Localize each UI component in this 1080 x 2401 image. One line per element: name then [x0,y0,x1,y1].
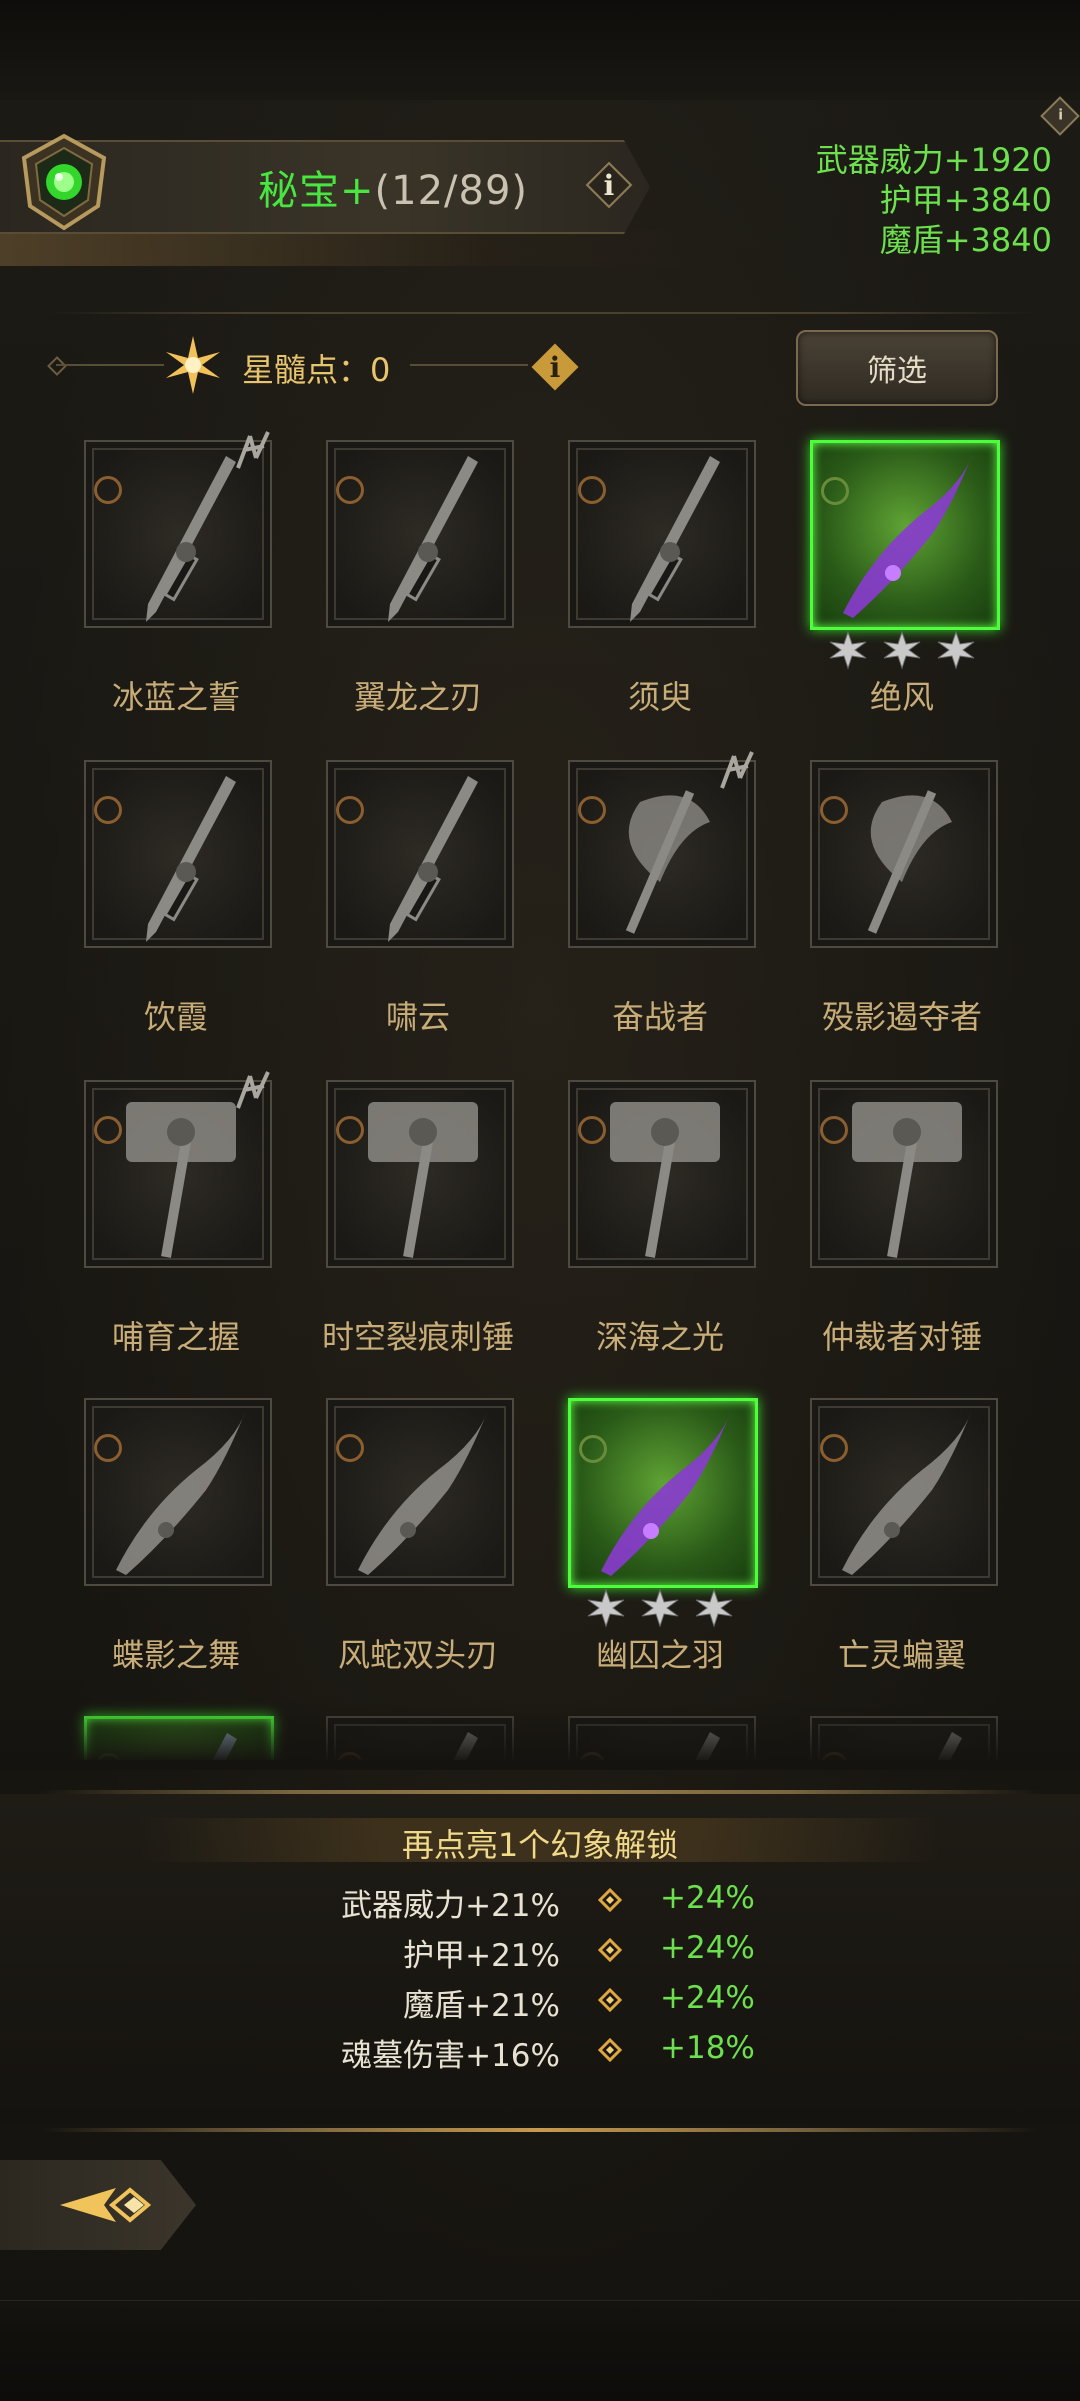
item-card[interactable] [568,1080,756,1268]
bonus-next: +18% [660,2030,755,2066]
twin-maces-icon [852,1102,962,1258]
broadsword-icon [630,456,720,622]
item-name: 深海之光 [595,1318,724,1356]
item-card[interactable] [568,1398,758,1588]
item-name: 冰蓝之誓 [111,678,240,716]
item-name: 幽囚之羽 [595,1636,724,1674]
rune-mark-icon [236,1071,270,1109]
item-grid: 冰蓝之誓 翼龙之刃 须臾 绝风 饮霞 啸云 奋战者 殁影遏夺者 哺育之握 时空裂… [0,0,1080,1760]
bonus-next: +24% [660,1930,755,1966]
empty-slot-ring-icon [820,1434,848,1462]
empty-slot-ring-icon [578,1116,606,1144]
item-card[interactable] [568,751,756,948]
item-card[interactable] [810,1080,998,1268]
empty-slot-ring-icon [820,796,848,824]
item-name: 绝风 [869,678,934,716]
silver-star-icon [641,1588,679,1628]
item-card[interactable] [810,760,998,948]
arrow-right-icon [597,1937,623,1963]
arrow-right-icon [597,1987,623,2013]
item-card[interactable] [326,440,514,628]
empty-slot-ring-icon [94,1434,122,1462]
bonus-current: 护甲+21% [403,1938,560,1974]
slot-ring-icon [821,477,849,505]
grid-scroll-fade [0,1700,1080,1770]
item-name: 饮霞 [143,998,208,1036]
item-card[interactable] [84,431,272,628]
empty-slot-ring-icon [94,796,122,824]
scythe-axe-icon [867,790,952,934]
item-name: 哺育之握 [111,1318,240,1356]
item-name: 须臾 [627,678,692,716]
empty-slot-ring-icon [578,796,606,824]
bonus-row: 魂墓伤害+16% +18% [0,2030,1080,2078]
empty-slot-ring-icon [336,476,364,504]
silver-star-icon [695,1588,733,1628]
item-name: 风蛇双头刃 [337,1636,498,1674]
silver-star-icon [829,630,867,670]
skull-hammer-icon [610,1102,720,1258]
silver-star-icon [587,1588,625,1628]
arrow-right-icon [597,2037,623,2063]
slot-ring-icon [579,1435,607,1463]
empty-slot-ring-icon [336,1116,364,1144]
item-name: 啸云 [385,998,450,1036]
item-name: 仲裁者对锤 [821,1318,982,1356]
item-card[interactable] [84,1071,272,1268]
item-name: 奋战者 [611,998,708,1036]
item-card[interactable] [84,760,272,948]
item-card[interactable] [810,440,1000,630]
item-card[interactable] [568,440,756,628]
spiked-hammer-icon [368,1102,478,1258]
greatsword-icon [388,456,478,622]
bonus-next: +24% [660,1980,755,2016]
item-card[interactable] [326,1080,514,1268]
empty-slot-ring-icon [820,1116,848,1144]
empty-slot-ring-icon [94,476,122,504]
item-name: 亡灵蝙翼 [837,1636,966,1674]
serrated-sword-icon [146,776,236,942]
unlock-title: 再点亮1个幻象解锁 [401,1826,679,1864]
item-card[interactable] [84,1398,272,1586]
bonus-row: 魔盾+21% +24% [0,1980,1080,2028]
star-rating [810,630,994,670]
rune-mark-icon [236,431,270,469]
silver-star-icon [937,630,975,670]
bonus-current: 武器威力+21% [341,1888,560,1924]
back-button[interactable] [0,2160,196,2250]
item-name: 翼龙之刃 [353,678,482,716]
curved-blade-icon [116,1410,246,1575]
bonus-row: 武器威力+21% +24% [0,1880,1080,1928]
purple-blade-icon [601,1411,731,1576]
item-name: 殁影遏夺者 [821,998,982,1036]
double-blade-icon [358,1410,488,1575]
panel-bottom-border [40,2128,1040,2132]
item-name: 蝶影之舞 [111,1636,240,1674]
empty-slot-ring-icon [578,476,606,504]
bonus-current: 魔盾+21% [403,1988,560,2024]
bonus-row: 护甲+21% +24% [0,1930,1080,1978]
bonus-current: 魂墓伤害+16% [341,2038,560,2074]
item-card[interactable] [326,1398,514,1586]
empty-slot-ring-icon [336,796,364,824]
star-rating [568,1588,752,1628]
back-arrow-icon [60,2187,152,2223]
rune-mark-icon [720,751,754,789]
empty-slot-ring-icon [336,1434,364,1462]
bonus-next: +24% [660,1880,755,1916]
silver-star-icon [883,630,921,670]
bone-wing-icon [842,1410,972,1575]
bottom-ornament [0,2300,1080,2401]
item-name: 时空裂痕刺锤 [321,1318,514,1356]
glowing-sword-icon [843,453,973,618]
arrow-right-icon [597,1887,623,1913]
wavy-sword-icon [388,776,478,942]
item-card[interactable] [326,760,514,948]
empty-slot-ring-icon [94,1116,122,1144]
item-card[interactable] [810,1398,998,1586]
